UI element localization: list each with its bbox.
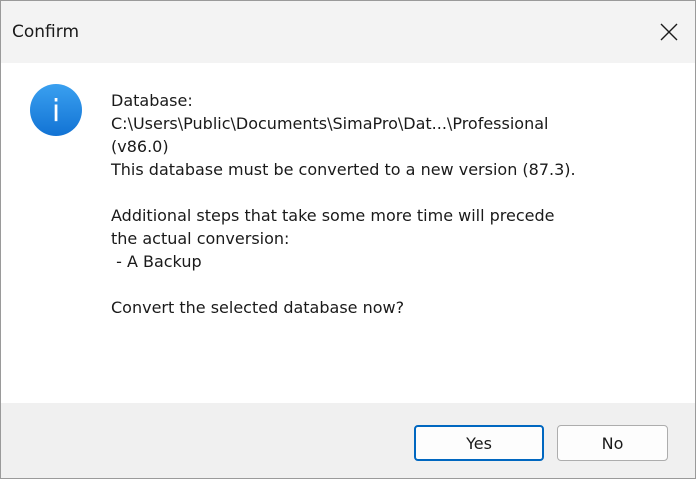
message-text: Database: C:\Users\Public\Documents\Sima… [111, 89, 576, 319]
info-icon: i [29, 83, 83, 137]
message-line: Additional steps that take some more tim… [111, 206, 555, 225]
message-spacer [111, 181, 576, 204]
no-button[interactable]: No [557, 425, 668, 461]
close-icon [660, 23, 678, 41]
message-line: Convert the selected database now? [111, 298, 405, 317]
title-bar: Confirm [1, 1, 695, 63]
message-line: the actual conversion: [111, 229, 290, 248]
confirm-dialog: Confirm i Database: C:\Users\Public\Docu… [0, 0, 696, 479]
close-button[interactable] [643, 1, 695, 63]
message-spacer [111, 273, 576, 296]
message-line: This database must be converted to a new… [111, 160, 576, 179]
message-line: Database: [111, 91, 193, 110]
dialog-content: i Database: C:\Users\Public\Documents\Si… [1, 63, 695, 403]
message-line: - A Backup [111, 252, 202, 271]
window-title: Confirm [12, 22, 80, 42]
button-bar: Yes No [1, 403, 695, 478]
message-line: C:\Users\Public\Documents\SimaPro\Dat...… [111, 114, 549, 133]
info-glyph: i [52, 94, 60, 129]
yes-button[interactable]: Yes [414, 425, 544, 461]
message-line: (v86.0) [111, 137, 169, 156]
